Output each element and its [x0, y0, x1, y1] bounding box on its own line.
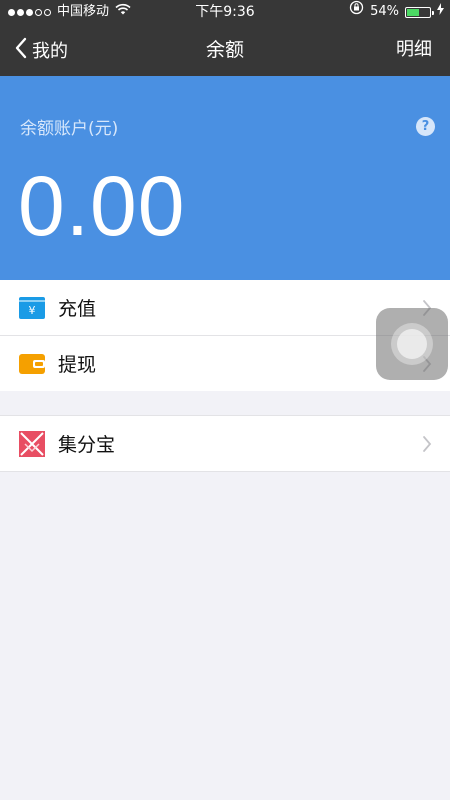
chevron-right-icon: [422, 416, 432, 471]
menu-item-label: 集分宝: [58, 434, 116, 456]
status-bar: 中国移动 下午9:36 54%: [0, 0, 450, 24]
menu-item-label: 提现: [58, 354, 97, 376]
menu-item-jifenbao[interactable]: 集分宝: [0, 416, 450, 471]
assistive-touch-button[interactable]: [376, 308, 448, 380]
battery-percent: 54%: [370, 4, 399, 19]
points-menu: 集分宝: [0, 415, 450, 472]
jifenbao-icon: [19, 430, 45, 457]
battery-icon: [405, 6, 434, 18]
balance-amount: 0.00: [18, 159, 186, 253]
orientation-lock-icon: [349, 0, 364, 24]
nav-bar: 我的 余额 明细: [0, 24, 450, 76]
balance-label: 余额账户(元): [20, 119, 119, 139]
balance-card: 余额账户(元) ? 0.00: [0, 76, 450, 280]
help-icon[interactable]: ?: [416, 117, 435, 136]
menu-item-label: 充值: [58, 298, 97, 320]
wallet-icon: [19, 353, 45, 375]
charging-bolt-icon: [437, 0, 444, 24]
page-title: 余额: [205, 39, 244, 61]
recharge-icon: ¥: [19, 296, 45, 319]
header: 中国移动 下午9:36 54% 我的 余额 明细: [0, 0, 450, 76]
svg-text:¥: ¥: [29, 304, 36, 317]
detail-button[interactable]: 明细: [396, 24, 432, 76]
